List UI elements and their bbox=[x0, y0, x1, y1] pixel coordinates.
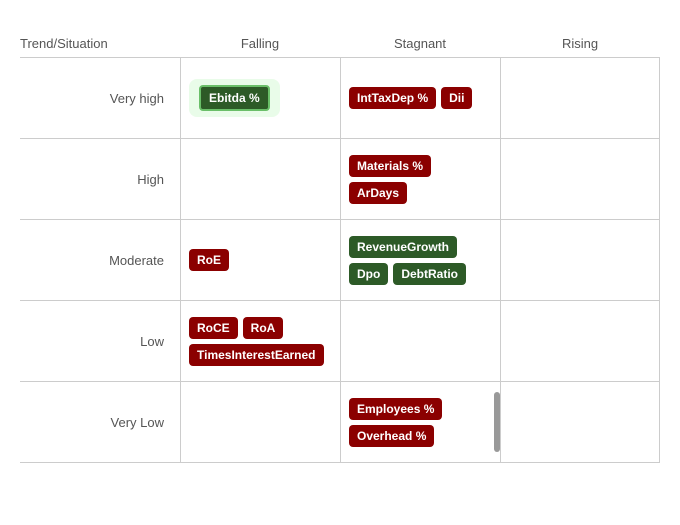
grid-row: Very high Ebitda % IntTaxDep %Dii bbox=[20, 57, 660, 138]
tag-ebitda-%[interactable]: Ebitda % bbox=[199, 85, 270, 111]
cell-low-rising bbox=[500, 301, 660, 381]
cell-very-low-falling bbox=[180, 382, 340, 462]
cell-very-low-rising bbox=[500, 382, 660, 462]
tag-roe[interactable]: RoE bbox=[189, 249, 229, 271]
tag-overhead-%[interactable]: Overhead % bbox=[349, 425, 434, 447]
tag-inttaxdep-%[interactable]: IntTaxDep % bbox=[349, 87, 436, 109]
grid-row: High Materials % ArDays bbox=[20, 138, 660, 219]
tag-debtratio[interactable]: DebtRatio bbox=[393, 263, 466, 285]
header-trend-situation: Trend/Situation bbox=[20, 36, 180, 57]
tag-ardays[interactable]: ArDays bbox=[349, 182, 407, 204]
grid-row: Low RoCERoA TimesInterestEarned bbox=[20, 300, 660, 381]
row-label-low: Low bbox=[20, 301, 180, 381]
tag-timesinterestearned[interactable]: TimesInterestEarned bbox=[189, 344, 324, 366]
header-col3: Rising bbox=[500, 36, 660, 57]
row-label-high: High bbox=[20, 139, 180, 219]
tag-roa[interactable]: RoA bbox=[243, 317, 284, 339]
tag-dii[interactable]: Dii bbox=[441, 87, 472, 109]
tag-materials-%[interactable]: Materials % bbox=[349, 155, 431, 177]
tag-roce[interactable]: RoCE bbox=[189, 317, 238, 339]
cell-very-high-rising bbox=[500, 58, 660, 138]
cell-moderate-stagnant: RevenueGrowth DpoDebtRatio bbox=[340, 220, 500, 300]
tag-revenuegrowth[interactable]: RevenueGrowth bbox=[349, 236, 457, 258]
cell-moderate-rising bbox=[500, 220, 660, 300]
header-col1: Falling bbox=[180, 36, 340, 57]
cell-moderate-falling: RoE bbox=[180, 220, 340, 300]
cell-very-low-stagnant: Employees % Overhead % bbox=[340, 382, 500, 462]
cell-high-rising bbox=[500, 139, 660, 219]
tag-dpo[interactable]: Dpo bbox=[349, 263, 388, 285]
highlight-wrap: Ebitda % bbox=[189, 79, 280, 117]
grid-body: Very high Ebitda % IntTaxDep %Dii High Mater… bbox=[20, 57, 660, 463]
cell-very-high-stagnant: IntTaxDep %Dii bbox=[340, 58, 500, 138]
cell-low-stagnant bbox=[340, 301, 500, 381]
tag-employees-%[interactable]: Employees % bbox=[349, 398, 442, 420]
patterns-grid: Trend/SituationFallingStagnantRisingVery… bbox=[20, 36, 660, 463]
header-col2: Stagnant bbox=[340, 36, 500, 57]
row-label-moderate: Moderate bbox=[20, 220, 180, 300]
header-row: Trend/SituationFallingStagnantRising bbox=[20, 36, 660, 57]
cell-very-high-falling: Ebitda % bbox=[180, 58, 340, 138]
grid-row: Moderate RoE RevenueGrowth DpoDebtRatio bbox=[20, 219, 660, 300]
grid-row: Very Low Employees % Overhead % bbox=[20, 381, 660, 463]
cell-low-falling: RoCERoA TimesInterestEarned bbox=[180, 301, 340, 381]
cell-high-stagnant: Materials % ArDays bbox=[340, 139, 500, 219]
cell-high-falling bbox=[180, 139, 340, 219]
row-label-very-high: Very high bbox=[20, 58, 180, 138]
row-label-very-low: Very Low bbox=[20, 382, 180, 462]
